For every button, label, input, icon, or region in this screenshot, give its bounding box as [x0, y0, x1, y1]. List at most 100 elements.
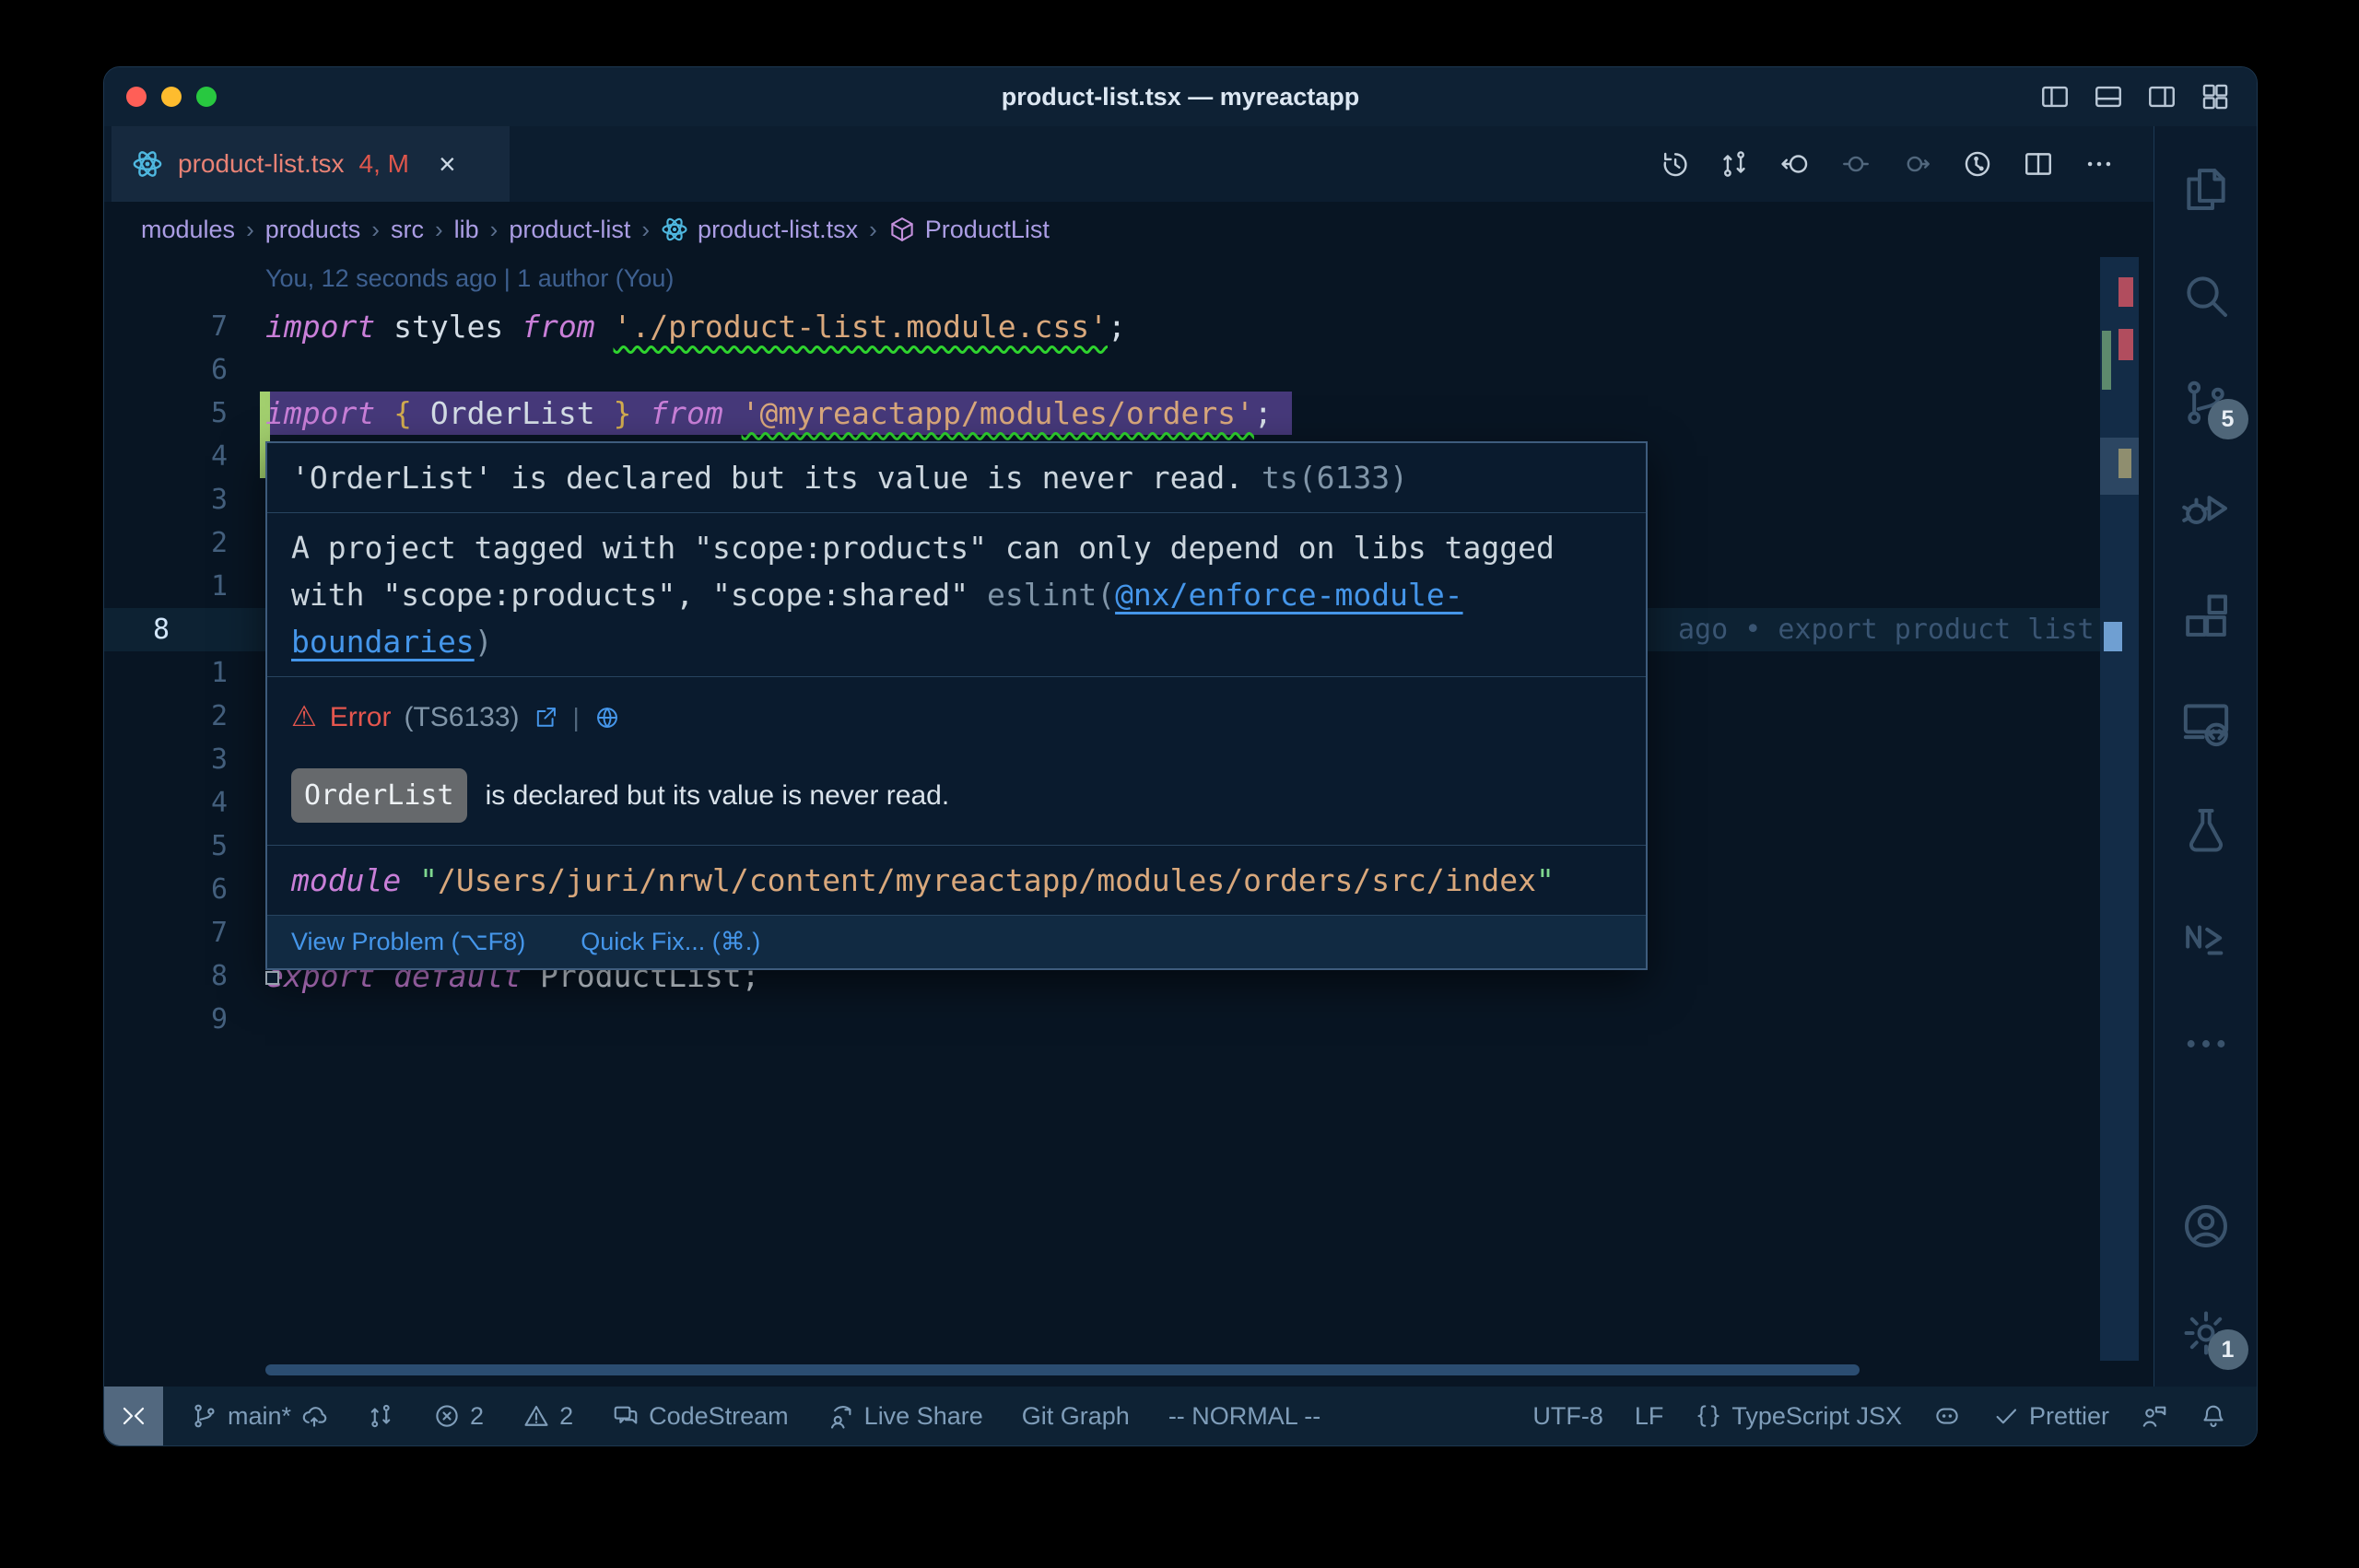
breadcrumb-item-product-list[interactable]: product-list — [509, 216, 630, 244]
line-number[interactable]: 6 — [104, 348, 228, 392]
line-number[interactable]: 1 — [104, 565, 228, 608]
status-label: TypeScript JSX — [1731, 1402, 1902, 1431]
settings-gear-activity-button[interactable]: 1 — [2180, 1307, 2232, 1359]
status-notifications[interactable] — [2200, 1402, 2227, 1430]
commit-graph-icon[interactable] — [1962, 148, 1993, 180]
line-number[interactable]: 5 — [104, 392, 228, 435]
code-token: './product-list.module.css' — [614, 309, 1108, 345]
line-number[interactable]: 4 — [104, 435, 228, 478]
compare-changes-icon[interactable] — [1719, 148, 1750, 180]
explorer-activity-button[interactable] — [2180, 163, 2232, 215]
error-circle-icon — [433, 1402, 461, 1430]
testing-activity-button[interactable] — [2180, 804, 2232, 856]
status-codestream[interactable]: CodeStream — [612, 1402, 789, 1431]
remote-indicator[interactable] — [104, 1387, 163, 1445]
tab-product-list[interactable]: product-list.tsx 4, M × — [111, 126, 510, 202]
line-number[interactable]: 1 — [104, 651, 228, 695]
code-token: from — [522, 309, 594, 345]
activity-bar-bottom: 1 — [2180, 1200, 2232, 1359]
timeline-icon[interactable] — [1658, 148, 1689, 180]
status-prettier[interactable]: Prettier — [1992, 1402, 2109, 1431]
status-vim-mode[interactable]: -- NORMAL -- — [1168, 1402, 1320, 1431]
code-line[interactable]: 6 — [104, 348, 2154, 392]
react-icon — [132, 148, 163, 180]
split-editor-icon[interactable] — [2023, 148, 2054, 180]
status-live-share[interactable]: Live Share — [827, 1402, 983, 1431]
line-number[interactable]: 3 — [104, 738, 228, 781]
breadcrumb-separator: › — [630, 216, 661, 244]
overview-ruler[interactable] — [2100, 257, 2139, 1361]
editor-toolbar — [1658, 126, 2115, 202]
extensions-activity-button[interactable] — [2180, 591, 2232, 642]
line-number[interactable]: 7 — [104, 305, 228, 348]
ruler-mark-error — [2118, 277, 2133, 307]
code-token — [723, 395, 742, 431]
warning-triangle-icon — [522, 1402, 550, 1430]
hover-action-view[interactable]: View Problem (⌥F8) — [291, 928, 525, 956]
globe-icon[interactable] — [594, 705, 620, 731]
remote-explorer-activity-button[interactable] — [2180, 697, 2232, 749]
hover-resize-handle[interactable] — [265, 971, 279, 985]
code-token: OrderList — [412, 395, 614, 431]
layout-sidebar-left-icon[interactable] — [2039, 81, 2071, 112]
line-number[interactable]: 4 — [104, 781, 228, 825]
status-errors[interactable]: 2 — [433, 1402, 484, 1431]
run-debug-activity-button[interactable] — [2180, 484, 2232, 535]
line-number[interactable]: 7 — [104, 911, 228, 954]
line-number[interactable]: 3 — [104, 478, 228, 521]
status-language-mode[interactable]: TypeScript JSX — [1695, 1402, 1902, 1431]
breadcrumb-item-product-list-tsx[interactable]: product-list.tsx — [661, 216, 858, 244]
text-token: 'OrderList' is declared but its value is… — [291, 460, 1262, 496]
layout-sidebar-right-icon[interactable] — [2146, 81, 2177, 112]
code-line[interactable]: 9 — [104, 998, 2154, 1041]
breadcrumb-item-products[interactable]: products — [265, 216, 361, 244]
status-bar: main* 2 2 CodeStream Live Share Git Graph -- N… — [104, 1387, 2257, 1445]
status-compare[interactable] — [367, 1402, 394, 1430]
source-control-activity-button[interactable]: 5 — [2180, 377, 2232, 428]
ruler-mark-added — [2102, 331, 2111, 390]
status-branch[interactable]: main* — [191, 1402, 328, 1431]
layout-panel-icon[interactable] — [2093, 81, 2124, 112]
next-change-icon[interactable] — [1901, 148, 1932, 180]
tab-close-button[interactable]: × — [439, 149, 456, 179]
line-number[interactable]: 2 — [104, 695, 228, 738]
more-views-activity-button[interactable] — [2180, 1018, 2232, 1070]
breadcrumb-item-lib[interactable]: lib — [454, 216, 479, 244]
nx-console-activity-button[interactable] — [2180, 911, 2232, 963]
code-token: ; — [1108, 309, 1126, 345]
status-eol[interactable]: LF — [1635, 1402, 1664, 1431]
breadcrumb-item-modules[interactable]: modules — [141, 216, 235, 244]
editor[interactable]: You, 12 seconds ago | 1 author (You) 7im… — [104, 257, 2154, 1387]
line-number[interactable]: 9 — [104, 998, 228, 1041]
line-number[interactable]: 8 — [104, 954, 228, 998]
more-actions-icon[interactable] — [2083, 148, 2115, 180]
account-activity-button[interactable] — [2180, 1200, 2232, 1252]
line-number[interactable]: 2 — [104, 521, 228, 565]
compare-changes-icon — [367, 1402, 394, 1430]
hover-lint-rule: A project tagged with "scope:products" c… — [267, 513, 1646, 677]
hover-actions: View Problem (⌥F8) Quick Fix... (⌘.) — [267, 916, 1646, 968]
line-number[interactable]: 5 — [104, 825, 228, 868]
code-line[interactable]: 5import { OrderList } from '@myreactapp/… — [104, 392, 2154, 435]
status-warnings[interactable]: 2 — [522, 1402, 573, 1431]
code-line[interactable]: 7import styles from './product-list.modu… — [104, 305, 2154, 348]
ruler-mark-modified — [2118, 449, 2131, 478]
horizontal-scrollbar[interactable] — [265, 1364, 1860, 1375]
status-feedback[interactable] — [2141, 1402, 2168, 1430]
status-encoding[interactable]: UTF-8 — [1532, 1402, 1603, 1431]
line-number[interactable]: 8 — [153, 608, 170, 651]
customize-layout-icon[interactable] — [2200, 81, 2231, 112]
search-activity-button[interactable] — [2180, 270, 2232, 322]
external-link-icon[interactable] — [533, 705, 558, 731]
bell-icon — [2200, 1402, 2227, 1430]
breadcrumb-item-src[interactable]: src — [391, 216, 424, 244]
previous-change-icon[interactable] — [1840, 148, 1872, 180]
breadcrumb-item-productlist[interactable]: ProductList — [888, 216, 1050, 244]
status-copilot[interactable] — [1933, 1402, 1961, 1430]
line-number[interactable]: 6 — [104, 868, 228, 911]
hover-action-quick[interactable]: Quick Fix... (⌘.) — [581, 928, 760, 956]
navigate-back-icon[interactable] — [1779, 148, 1811, 180]
status-label: UTF-8 — [1532, 1402, 1603, 1431]
ruler-mark-error — [2118, 329, 2133, 360]
status-git-graph[interactable]: Git Graph — [1022, 1402, 1130, 1431]
